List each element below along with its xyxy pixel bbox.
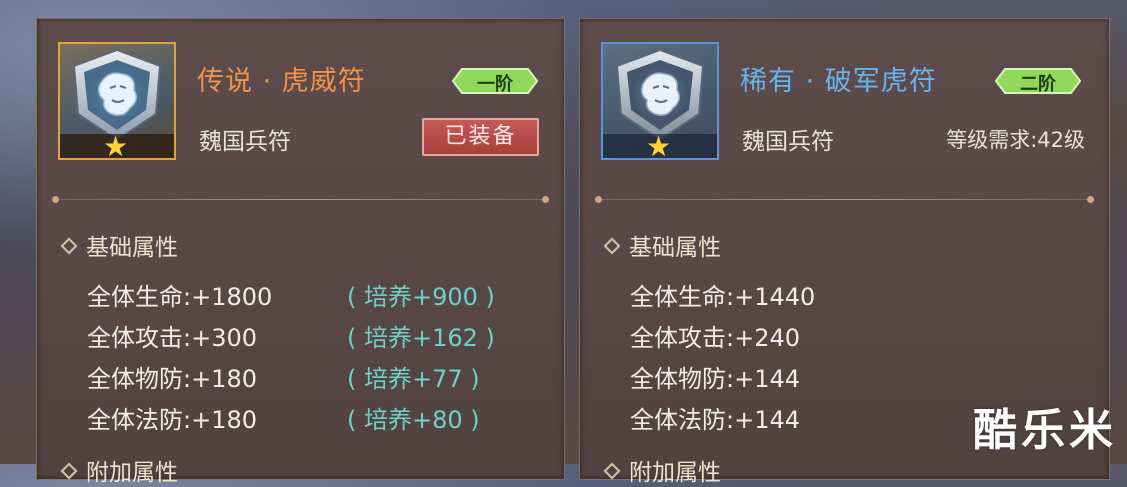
section-title-base-attributes: 基础属性	[60, 228, 178, 262]
item-icon-rare[interactable]: ★	[601, 42, 719, 163]
stat-row: 全体物防:+144	[630, 365, 801, 393]
equipped-button[interactable]: 已装备	[422, 118, 539, 156]
item-type: 魏国兵符	[199, 129, 291, 155]
section-title-label: 基础属性	[86, 235, 178, 261]
stat-row: 全体法防:+144	[630, 406, 801, 434]
item-icon-legend[interactable]: ★	[58, 42, 176, 163]
stat-row: 全体攻击:+240	[630, 324, 801, 352]
stat-bonus: ( 培养+900 )	[347, 283, 495, 311]
stat-row: 全体攻击:+300	[87, 324, 258, 352]
tier-label: 二阶	[1020, 74, 1056, 95]
section-title-extra-attributes: 附加属性	[60, 453, 178, 487]
diamond-icon	[603, 462, 621, 479]
section-title-base-attributes: 基础属性	[603, 228, 721, 262]
stat-bonus: ( 培养+80 )	[347, 406, 480, 434]
divider	[52, 196, 549, 203]
stat-bonus: ( 培养+77 )	[347, 365, 480, 393]
section-title-label: 基础属性	[629, 235, 721, 261]
tier-badge: 二阶	[995, 67, 1081, 95]
watermark-logo: 酷乐米	[973, 405, 1117, 456]
item-type: 魏国兵符	[742, 129, 834, 155]
star-icon: ★	[646, 130, 672, 163]
level-requirement: 等级需求:42级	[946, 128, 1085, 152]
item-card-legend: ★ 传说 · 虎威符 一阶 魏国兵符 已装备 基础属性 全体生命:+1800 (…	[36, 18, 565, 486]
stat-row: 全体生命:+1800	[87, 283, 273, 311]
stat-bonus: ( 培养+162 )	[347, 324, 495, 352]
diamond-icon	[60, 462, 78, 479]
diamond-icon	[603, 237, 621, 254]
tier-label: 一阶	[477, 74, 513, 95]
stat-row: 全体生命:+1440	[630, 283, 816, 311]
tier-badge: 一阶	[452, 67, 538, 95]
stat-row: 全体法防:+180	[87, 406, 258, 434]
diamond-icon	[60, 237, 78, 254]
item-name: 稀有 · 破军虎符	[740, 66, 937, 97]
star-icon: ★	[103, 130, 129, 163]
divider	[595, 196, 1094, 203]
stat-row: 全体物防:+180	[87, 365, 258, 393]
section-title-extra-attributes: 附加属性	[603, 453, 721, 487]
item-name: 传说 · 虎威符	[197, 66, 366, 97]
